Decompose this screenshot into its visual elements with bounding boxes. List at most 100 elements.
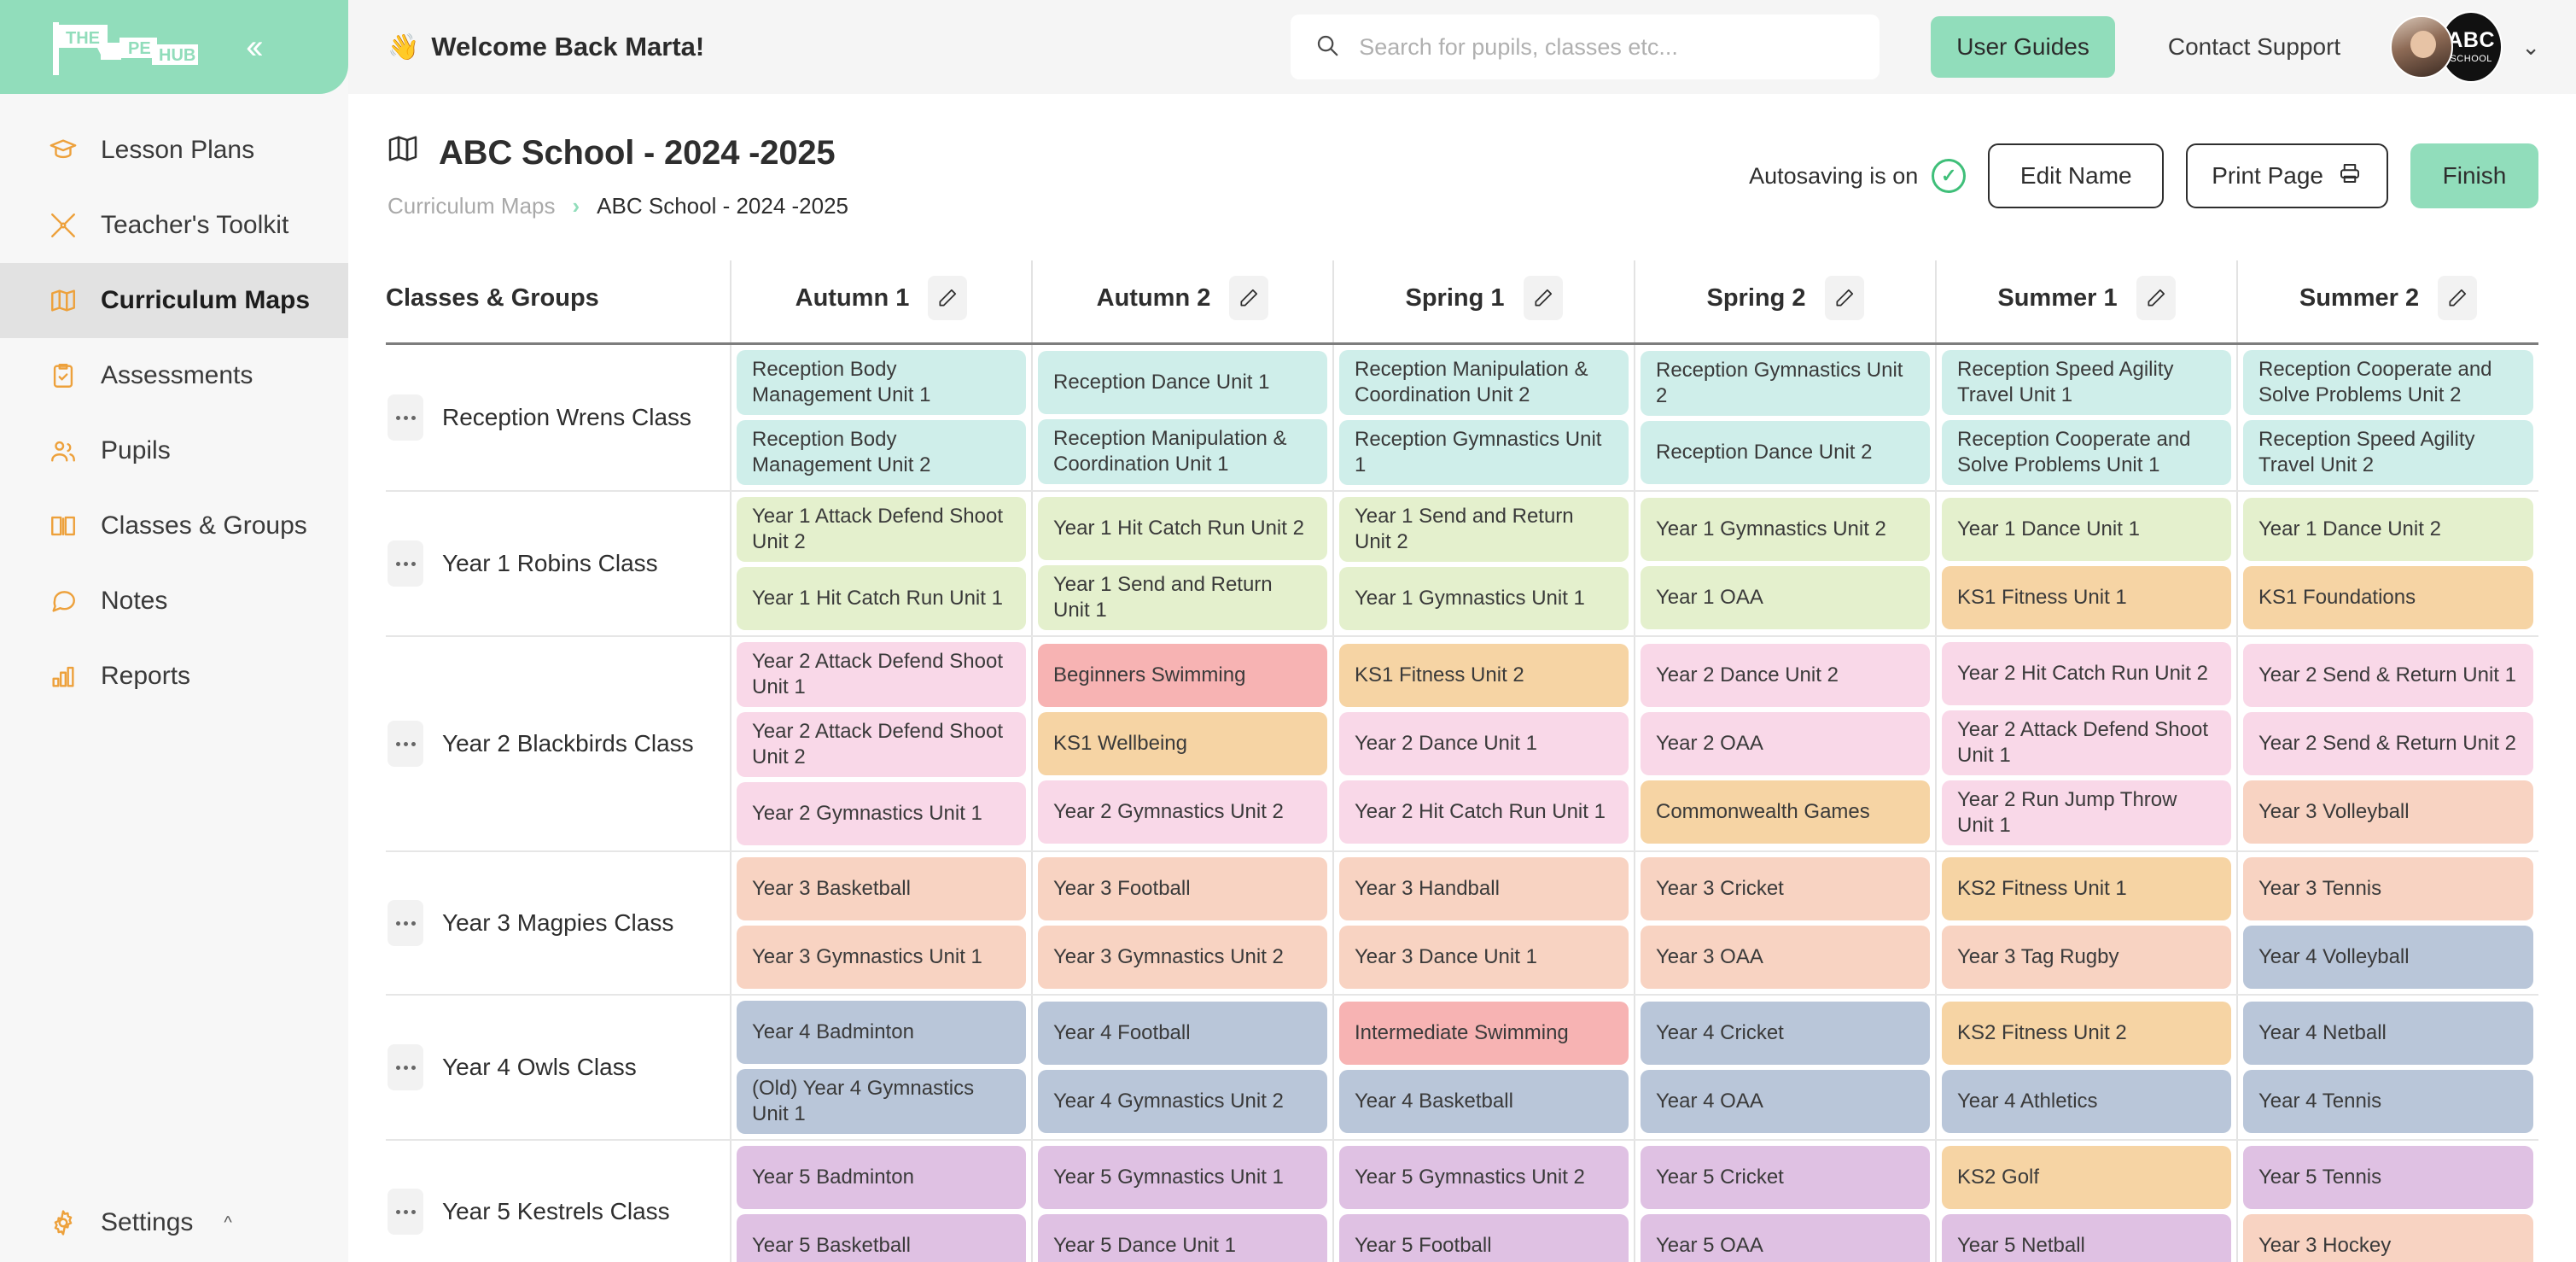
chevron-down-icon[interactable]: ⌄ (2521, 34, 2540, 61)
unit-chip[interactable]: Year 2 Attack Defend Shoot Unit 1 (1942, 710, 2231, 775)
finish-button[interactable]: Finish (2410, 143, 2538, 208)
unit-chip[interactable]: Reception Manipulation & Coordination Un… (1339, 350, 1629, 415)
unit-chip[interactable]: (Old) Year 4 Gymnastics Unit 1 (737, 1069, 1026, 1134)
ellipsis-icon[interactable] (388, 721, 423, 767)
unit-chip[interactable]: Year 5 Football (1339, 1214, 1629, 1262)
unit-chip[interactable]: Reception Manipulation & Coordination Un… (1038, 419, 1327, 484)
unit-chip[interactable]: Reception Dance Unit 2 (1641, 421, 1930, 484)
sidebar-item-teachers-toolkit[interactable]: Teacher's Toolkit (0, 188, 348, 263)
pencil-icon[interactable] (2136, 276, 2176, 320)
unit-chip[interactable]: Year 1 Gymnastics Unit 1 (1339, 567, 1629, 630)
sidebar-item-curriculum-maps[interactable]: Curriculum Maps (0, 263, 348, 338)
unit-chip[interactable]: Year 5 Tennis (2243, 1146, 2533, 1209)
unit-chip[interactable]: Year 5 Netball (1942, 1214, 2231, 1262)
unit-chip[interactable]: Year 3 Tennis (2243, 857, 2533, 920)
ellipsis-icon[interactable] (388, 1044, 423, 1090)
unit-chip[interactable]: Year 3 Handball (1339, 857, 1629, 920)
edit-name-button[interactable]: Edit Name (1988, 143, 2164, 208)
unit-chip[interactable]: Reception Speed Agility Travel Unit 1 (1942, 350, 2231, 415)
unit-chip[interactable]: Year 3 Hockey (2243, 1214, 2533, 1262)
search-input[interactable] (1359, 34, 1856, 61)
unit-chip[interactable]: Reception Dance Unit 1 (1038, 351, 1327, 414)
unit-chip[interactable]: Year 3 Football (1038, 857, 1327, 920)
unit-chip[interactable]: Year 5 Gymnastics Unit 2 (1339, 1146, 1629, 1209)
unit-chip[interactable]: Year 5 Basketball (737, 1214, 1026, 1262)
pencil-icon[interactable] (928, 276, 967, 320)
unit-chip[interactable]: Year 1 Dance Unit 1 (1942, 498, 2231, 561)
avatar[interactable] (2390, 15, 2453, 79)
unit-chip[interactable]: Reception Body Management Unit 2 (737, 420, 1026, 485)
unit-chip[interactable]: Year 4 Gymnastics Unit 2 (1038, 1070, 1327, 1133)
unit-chip[interactable]: Year 3 Volleyball (2243, 780, 2533, 844)
unit-chip[interactable]: Reception Speed Agility Travel Unit 2 (2243, 420, 2533, 485)
unit-chip[interactable]: Year 2 OAA (1641, 712, 1930, 775)
unit-chip[interactable]: Year 1 Dance Unit 2 (2243, 498, 2533, 561)
unit-chip[interactable]: Reception Cooperate and Solve Problems U… (2243, 350, 2533, 415)
chevron-up-icon[interactable]: ^ (224, 1213, 231, 1233)
unit-chip[interactable]: Reception Gymnastics Unit 1 (1339, 420, 1629, 485)
unit-chip[interactable]: Year 3 OAA (1641, 926, 1930, 989)
unit-chip[interactable]: Year 4 Athletics (1942, 1070, 2231, 1133)
pencil-icon[interactable] (2438, 276, 2477, 320)
unit-chip[interactable]: Year 2 Send & Return Unit 1 (2243, 644, 2533, 707)
unit-chip[interactable]: Commonwealth Games (1641, 780, 1930, 844)
unit-chip[interactable]: Year 1 OAA (1641, 566, 1930, 629)
unit-chip[interactable]: Year 2 Run Jump Throw Unit 1 (1942, 780, 2231, 845)
unit-chip[interactable]: Year 2 Attack Defend Shoot Unit 1 (737, 642, 1026, 707)
unit-chip[interactable]: Year 3 Gymnastics Unit 1 (737, 926, 1026, 989)
unit-chip[interactable]: Year 4 Football (1038, 1002, 1327, 1065)
unit-chip[interactable]: Year 1 Send and Return Unit 2 (1339, 497, 1629, 562)
unit-chip[interactable]: Intermediate Swimming (1339, 1002, 1629, 1065)
unit-chip[interactable]: Reception Body Management Unit 1 (737, 350, 1026, 415)
unit-chip[interactable]: KS1 Wellbeing (1038, 712, 1327, 775)
unit-chip[interactable]: KS1 Fitness Unit 1 (1942, 566, 2231, 629)
account-area[interactable]: ABC SCHOOL ⌄ (2390, 11, 2540, 83)
unit-chip[interactable]: Year 2 Gymnastics Unit 1 (737, 782, 1026, 845)
unit-chip[interactable]: Year 2 Hit Catch Run Unit 2 (1942, 642, 2231, 705)
unit-chip[interactable]: Year 3 Cricket (1641, 857, 1930, 920)
unit-chip[interactable]: Reception Gymnastics Unit 2 (1641, 351, 1930, 416)
unit-chip[interactable]: Year 2 Hit Catch Run Unit 1 (1339, 780, 1629, 844)
unit-chip[interactable]: Year 4 Cricket (1641, 1002, 1930, 1065)
sidebar-item-pupils[interactable]: Pupils (0, 413, 348, 488)
search-box[interactable] (1291, 15, 1880, 79)
contact-support-link[interactable]: Contact Support (2168, 33, 2340, 61)
unit-chip[interactable]: Year 4 Tennis (2243, 1070, 2533, 1133)
unit-chip[interactable]: Year 1 Send and Return Unit 1 (1038, 565, 1327, 630)
unit-chip[interactable]: KS2 Golf (1942, 1146, 2231, 1209)
ellipsis-icon[interactable] (388, 540, 423, 587)
user-guides-button[interactable]: User Guides (1931, 16, 2115, 78)
ellipsis-icon[interactable] (388, 900, 423, 946)
print-page-button[interactable]: Print Page (2186, 143, 2388, 208)
unit-chip[interactable]: KS1 Foundations (2243, 566, 2533, 629)
unit-chip[interactable]: Year 5 OAA (1641, 1214, 1930, 1262)
unit-chip[interactable]: Year 4 OAA (1641, 1070, 1930, 1133)
unit-chip[interactable]: Year 4 Volleyball (2243, 926, 2533, 989)
unit-chip[interactable]: Year 1 Gymnastics Unit 2 (1641, 498, 1930, 561)
unit-chip[interactable]: Year 5 Gymnastics Unit 1 (1038, 1146, 1327, 1209)
unit-chip[interactable]: KS1 Fitness Unit 2 (1339, 644, 1629, 707)
sidebar-item-settings[interactable]: Settings ^ (0, 1207, 348, 1238)
unit-chip[interactable]: Beginners Swimming (1038, 644, 1327, 707)
unit-chip[interactable]: Year 4 Badminton (737, 1001, 1026, 1064)
sidebar-item-notes[interactable]: Notes (0, 564, 348, 639)
unit-chip[interactable]: Year 2 Gymnastics Unit 2 (1038, 780, 1327, 844)
unit-chip[interactable]: Year 5 Cricket (1641, 1146, 1930, 1209)
pe-hub-logo[interactable]: THE PE HUB (48, 17, 215, 77)
unit-chip[interactable]: Year 3 Gymnastics Unit 2 (1038, 926, 1327, 989)
ellipsis-icon[interactable] (388, 1189, 423, 1235)
sidebar-item-assessments[interactable]: Assessments (0, 338, 348, 413)
sidebar-item-classes-groups[interactable]: Classes & Groups (0, 488, 348, 564)
ellipsis-icon[interactable] (388, 394, 423, 441)
pencil-icon[interactable] (1524, 276, 1563, 320)
unit-chip[interactable]: Year 3 Tag Rugby (1942, 926, 2231, 989)
unit-chip[interactable]: Year 4 Basketball (1339, 1070, 1629, 1133)
unit-chip[interactable]: Reception Cooperate and Solve Problems U… (1942, 420, 2231, 485)
sidebar-item-reports[interactable]: Reports (0, 639, 348, 714)
unit-chip[interactable]: Year 5 Badminton (737, 1146, 1026, 1209)
unit-chip[interactable]: Year 1 Hit Catch Run Unit 1 (737, 567, 1026, 630)
unit-chip[interactable]: Year 3 Basketball (737, 857, 1026, 920)
chevron-double-left-icon[interactable]: ‹‹ (246, 30, 259, 64)
unit-chip[interactable]: KS2 Fitness Unit 2 (1942, 1002, 2231, 1065)
breadcrumb-parent[interactable]: Curriculum Maps (388, 193, 556, 219)
